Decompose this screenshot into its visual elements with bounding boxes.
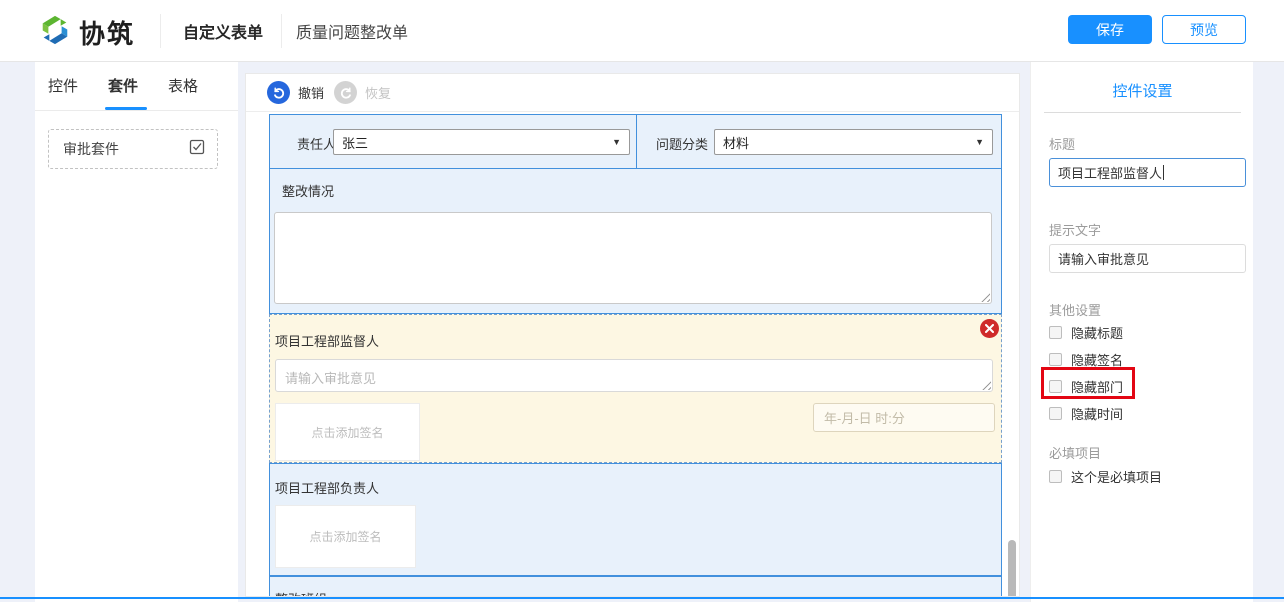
checkbox-hide-title[interactable]: 隐藏标题	[1049, 323, 1123, 342]
form-name: 质量问题整改单	[296, 0, 408, 62]
bottom-accent-line	[0, 597, 1284, 599]
category-select[interactable]: 材料 ▼	[714, 129, 993, 155]
row-divider	[636, 115, 637, 168]
canvas-scrollbar[interactable]	[1008, 540, 1016, 597]
save-button[interactable]: 保存	[1068, 15, 1152, 44]
redo-label: 恢复	[365, 83, 391, 102]
hint-input[interactable]: 请输入审批意见	[1049, 244, 1246, 273]
checkbox-label: 这个是必填项目	[1071, 467, 1162, 486]
tab-suites[interactable]: 套件	[108, 75, 138, 96]
settings-panel: 控件设置 标题 项目工程部监督人 提示文字 请输入审批意见 其他设置 隐藏标题 …	[1030, 62, 1253, 602]
logo: 协筑	[38, 13, 135, 52]
canvas-toolbar: 撤销 恢复	[246, 74, 1019, 112]
category-label: 问题分类	[656, 134, 708, 153]
checkbox-hide-department[interactable]: 隐藏部门	[1049, 377, 1123, 396]
checkbox-hide-signature[interactable]: 隐藏签名	[1049, 350, 1123, 369]
supervisor-title: 项目工程部监督人	[275, 331, 379, 350]
chevron-down-icon: ▼	[975, 137, 984, 147]
hint-field-label: 提示文字	[1049, 220, 1101, 239]
form-designer-app: 协筑 自定义表单 质量问题整改单 保存 预览 控件 套件 表格 审批套件	[0, 0, 1284, 602]
team-section[interactable]: 整改班组	[269, 576, 1002, 597]
add-signature-button[interactable]: 点击添加签名	[275, 505, 416, 568]
active-tab-indicator	[105, 107, 147, 110]
title-input-value: 项目工程部监督人	[1058, 163, 1162, 182]
form-row-dropdowns: 责任人 张三 ▼ 问题分类 材料 ▼	[269, 114, 1002, 169]
approval-suite-widget[interactable]: 审批套件	[48, 129, 218, 169]
checkbox-check-icon	[189, 139, 205, 160]
comment-placeholder: 请输入审批意见	[285, 368, 376, 387]
checkbox-icon[interactable]	[1049, 326, 1062, 339]
header: 协筑 自定义表单 质量问题整改单 保存 预览	[0, 0, 1284, 62]
settings-panel-title: 控件设置	[1031, 80, 1254, 101]
undo-button[interactable]: 撤销	[267, 81, 324, 104]
checkbox-label: 隐藏部门	[1071, 377, 1123, 396]
tab-controls[interactable]: 控件	[48, 75, 78, 96]
required-section-label: 必填项目	[1049, 443, 1101, 462]
checkbox-icon[interactable]	[1049, 353, 1062, 366]
logo-text: 协筑	[79, 14, 135, 51]
chevron-down-icon: ▼	[612, 137, 621, 147]
manager-section[interactable]: 项目工程部负责人 点击添加签名	[269, 463, 1002, 576]
title-input[interactable]: 项目工程部监督人	[1049, 158, 1246, 187]
responsible-label: 责任人	[297, 134, 336, 153]
signature-label: 点击添加签名	[311, 424, 383, 441]
approval-comment-input[interactable]: 请输入审批意见	[275, 359, 993, 392]
approval-suite-label: 审批套件	[63, 139, 119, 159]
add-signature-button[interactable]: 点击添加签名	[275, 403, 420, 461]
undo-icon	[267, 81, 290, 104]
delete-section-button[interactable]	[980, 319, 999, 338]
situation-label: 整改情况	[282, 181, 334, 200]
redo-button[interactable]: 恢复	[334, 81, 391, 104]
checkbox-required-item[interactable]: 这个是必填项目	[1049, 467, 1162, 486]
manager-title: 项目工程部负责人	[275, 478, 379, 497]
sidebar-tabs: 控件 套件 表格	[35, 62, 238, 111]
team-title: 整改班组	[275, 589, 327, 597]
checkbox-hide-time[interactable]: 隐藏时间	[1049, 404, 1123, 423]
situation-textarea[interactable]	[274, 212, 992, 304]
widget-sidebar: 控件 套件 表格 审批套件	[35, 62, 238, 602]
checkbox-label: 隐藏签名	[1071, 350, 1123, 369]
hint-input-value: 请输入审批意见	[1058, 249, 1149, 268]
resize-grip-icon[interactable]	[980, 292, 990, 302]
resize-grip-icon[interactable]	[981, 380, 991, 390]
checkbox-label: 隐藏标题	[1071, 323, 1123, 342]
title-field-label: 标题	[1049, 134, 1075, 153]
responsible-value: 张三	[342, 133, 368, 152]
form-canvas: 撤销 恢复 责任人 张三 ▼ 问题分类 材料	[245, 73, 1020, 597]
nav-custom-form[interactable]: 自定义表单	[183, 0, 263, 62]
checkbox-icon[interactable]	[1049, 380, 1062, 393]
header-divider	[281, 14, 282, 48]
checkbox-icon[interactable]	[1049, 407, 1062, 420]
situation-section[interactable]: 整改情况	[269, 168, 1002, 314]
supervisor-section-selected[interactable]: 项目工程部监督人 请输入审批意见 点击添加签名 年-月-日 时:分	[269, 314, 1002, 463]
date-placeholder: 年-月-日 时:分	[824, 408, 905, 427]
close-icon	[985, 324, 994, 333]
checkbox-icon[interactable]	[1049, 470, 1062, 483]
date-input[interactable]: 年-月-日 时:分	[813, 403, 995, 432]
text-caret	[1163, 165, 1164, 180]
divider	[1044, 112, 1241, 113]
undo-label: 撤销	[298, 83, 324, 102]
logo-icon	[38, 13, 72, 52]
header-divider	[160, 14, 161, 48]
category-value: 材料	[723, 133, 749, 152]
responsible-select[interactable]: 张三 ▼	[333, 129, 630, 155]
preview-button[interactable]: 预览	[1162, 15, 1246, 44]
signature-label: 点击添加签名	[309, 528, 381, 545]
redo-icon	[334, 81, 357, 104]
tab-tables[interactable]: 表格	[168, 75, 198, 96]
checkbox-label: 隐藏时间	[1071, 404, 1123, 423]
other-settings-label: 其他设置	[1049, 300, 1101, 319]
